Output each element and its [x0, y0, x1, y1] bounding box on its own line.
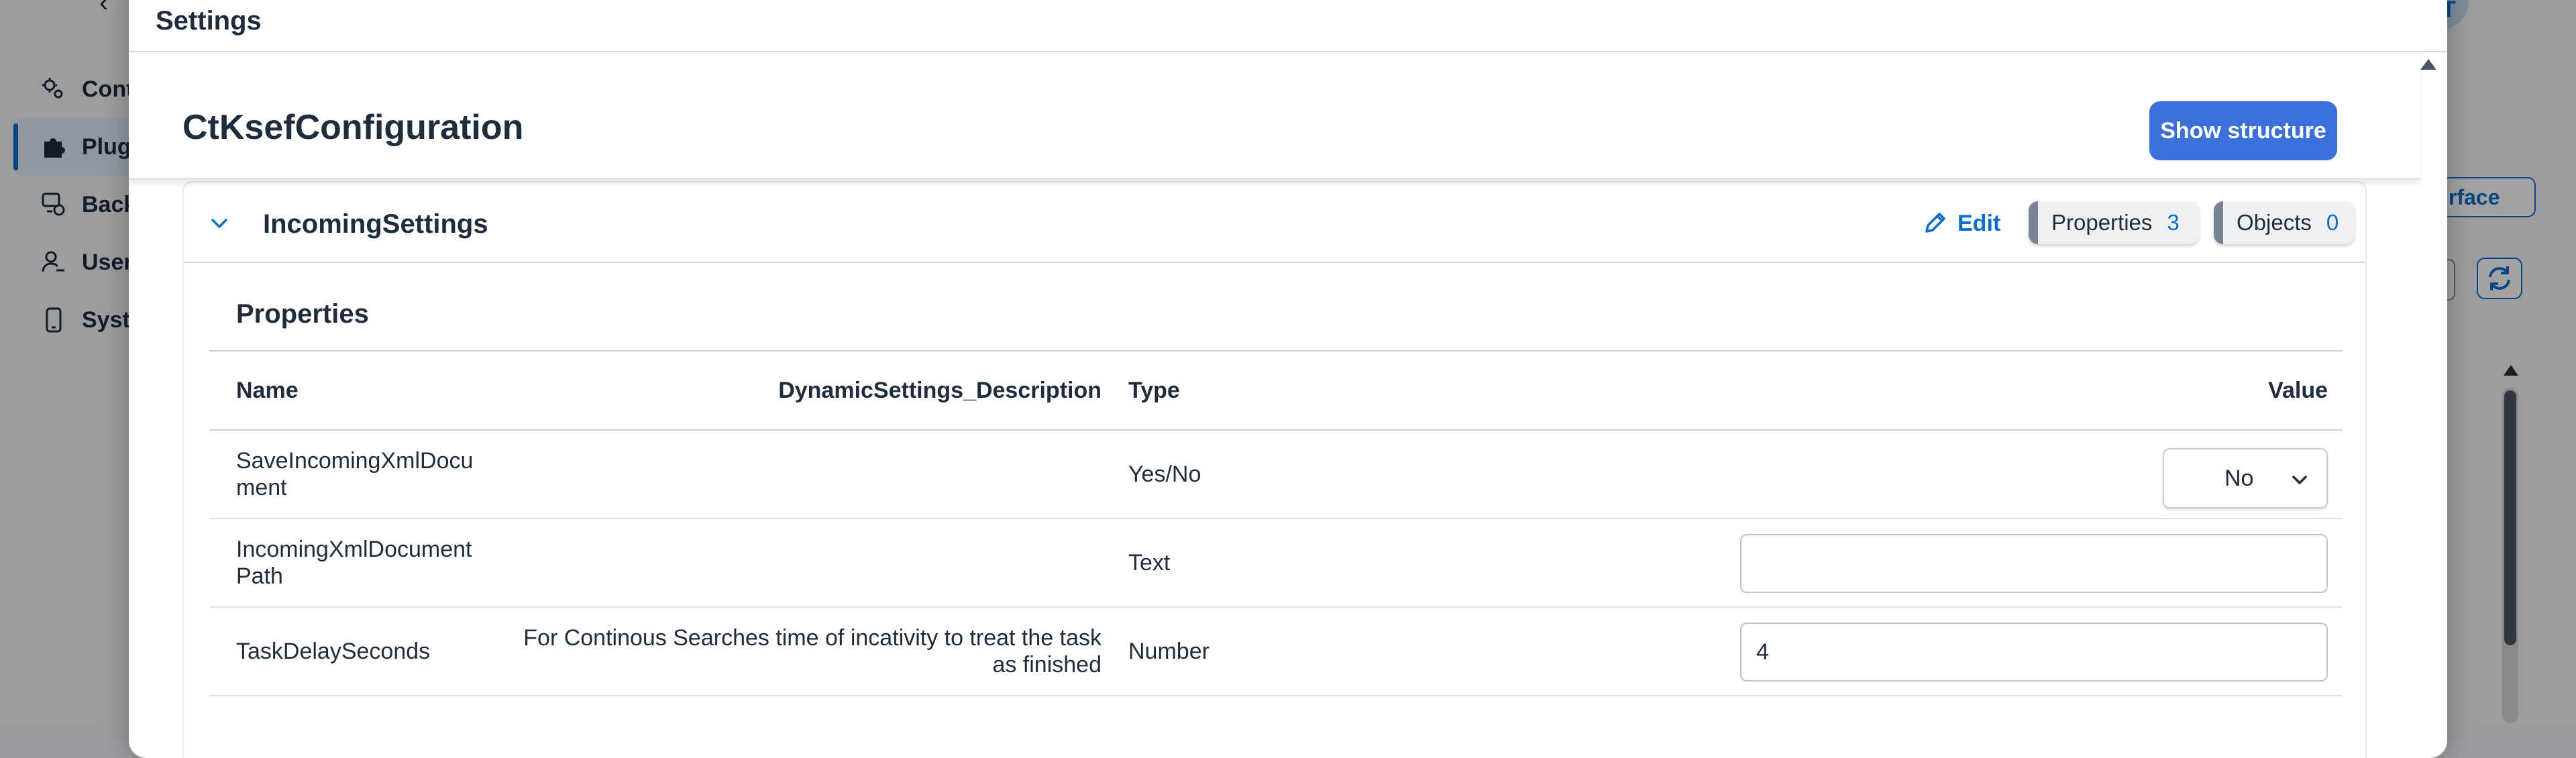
dialog-title: Settings [156, 6, 262, 36]
property-type: Text [1128, 549, 1171, 576]
properties-badge-count: 3 [2167, 210, 2180, 235]
property-name: IncomingXmlDocument Path [236, 519, 491, 606]
configuration-header: CtKsefConfiguration Show structure [129, 54, 2420, 180]
chevron-down-icon [2292, 476, 2307, 484]
yes-no-select[interactable]: No [2163, 448, 2328, 508]
table-row: SaveIncomingXmlDocu ment Yes/No No [209, 431, 2343, 519]
panel-title: IncomingSettings [263, 209, 488, 239]
task-delay-seconds-input[interactable] [1740, 622, 2328, 682]
dialog-scroll-up-arrow[interactable] [2420, 59, 2436, 70]
objects-badge-count: 0 [2326, 210, 2339, 235]
property-type: Number [1128, 638, 1210, 664]
panel-header[interactable]: IncomingSettings Edit Properties 3 Objec… [184, 182, 2365, 263]
edit-button[interactable]: Edit [1921, 207, 2000, 240]
column-header-value: Value [2268, 377, 2328, 403]
pencil-icon [1925, 213, 1945, 233]
property-name: TaskDelaySeconds [236, 608, 491, 695]
column-header-name: Name [236, 378, 299, 403]
incoming-xml-path-input[interactable] [1740, 534, 2328, 593]
edit-button-label: Edit [1957, 210, 2001, 236]
objects-badge-label: Objects [2237, 210, 2312, 235]
table-row: TaskDelaySeconds For Continous Searches … [209, 608, 2343, 696]
properties-badge-label: Properties [2051, 210, 2153, 235]
select-value: No [2224, 465, 2254, 491]
property-name-text: SaveIncomingXmlDocu ment [236, 448, 474, 500]
incoming-settings-panel: IncomingSettings Edit Properties 3 Objec… [182, 181, 2367, 758]
configuration-title: CtKsefConfiguration [182, 108, 524, 147]
column-header-type: Type [1128, 377, 1180, 403]
dialog-header: Settings [129, 0, 2447, 52]
table-row: IncomingXmlDocument Path Text [209, 519, 2343, 608]
properties-section-title: Properties [236, 299, 369, 329]
chevron-down-icon[interactable] [209, 213, 229, 233]
property-name: SaveIncomingXmlDocu ment [236, 431, 491, 518]
property-name-text: TaskDelaySeconds [236, 639, 431, 664]
property-description [498, 431, 1102, 518]
objects-count-badge[interactable]: Objects 0 [2214, 201, 2355, 244]
property-description [498, 519, 1102, 606]
property-type: Yes/No [1128, 461, 1201, 487]
properties-count-badge[interactable]: Properties 3 [2029, 201, 2199, 244]
table-header-row: Name DynamicSettings_Description Type Va… [209, 350, 2343, 431]
column-header-description: DynamicSettings_Description [778, 378, 1102, 403]
settings-dialog: Settings CtKsefConfiguration Show struct… [129, 0, 2447, 758]
property-name-text: IncomingXmlDocument Path [236, 537, 472, 589]
properties-table: Name DynamicSettings_Description Type Va… [209, 350, 2343, 696]
property-description: For Continous Searches time of incativit… [523, 625, 1102, 678]
show-structure-button[interactable]: Show structure [2149, 101, 2337, 160]
